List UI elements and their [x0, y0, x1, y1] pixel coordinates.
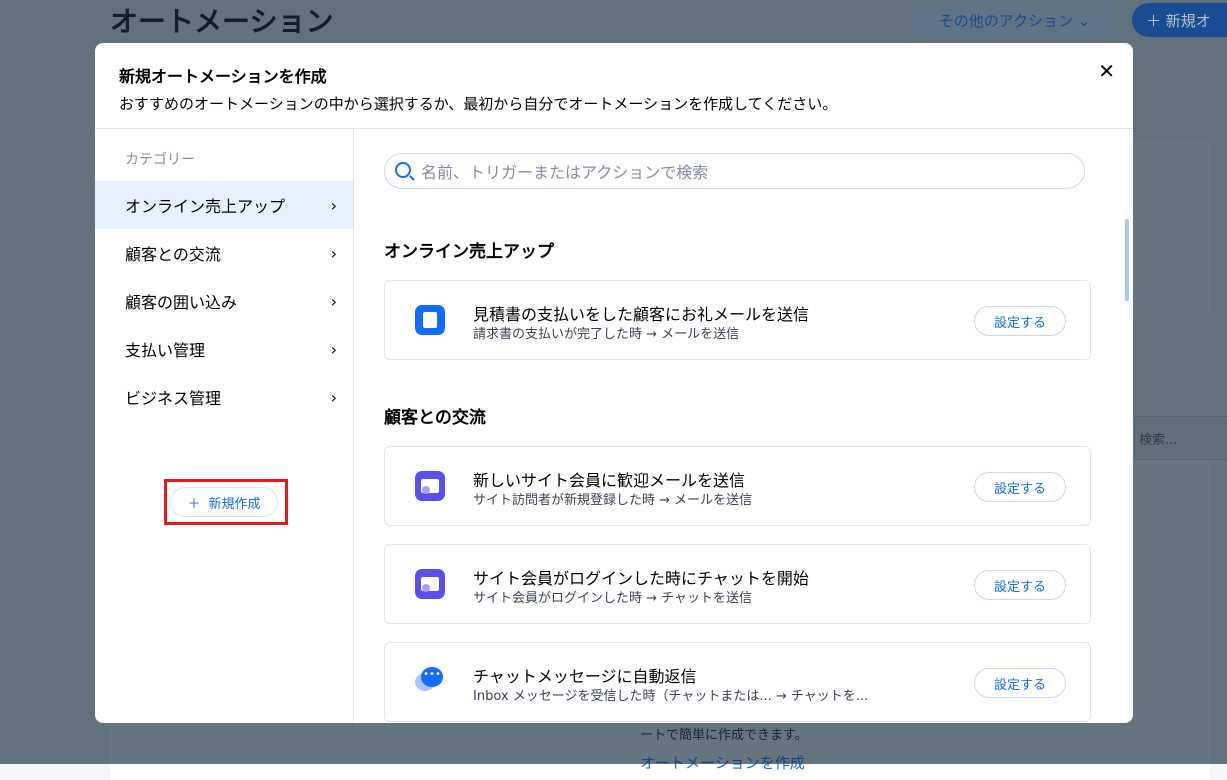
setup-button[interactable]: 設定する	[974, 306, 1066, 336]
chevron-right-icon: ›	[330, 243, 337, 263]
sidebar-item-label: オンライン売上アップ	[125, 197, 286, 216]
scrollbar[interactable]	[1125, 219, 1129, 301]
card-title: サイト会員がログインした時にチャットを開始	[473, 569, 809, 588]
chevron-right-icon: ›	[330, 387, 337, 407]
sidebar-item[interactable]: ビジネス管理 ›	[95, 373, 353, 421]
search-placeholder: 名前、トリガーまたはアクションで検索	[421, 163, 709, 182]
setup-button[interactable]: 設定する	[974, 472, 1066, 502]
card-title: チャットメッセージに自動返信	[473, 667, 697, 686]
card-subtitle: Inbox メッセージを受信した時（チャットまたは... → チャットを...	[473, 689, 869, 704]
templates-panel: 名前、トリガーまたはアクションで検索 オンライン売上アップ見積書の支払いをした顧…	[355, 129, 1133, 723]
section-title: 顧客との交流	[384, 408, 486, 428]
section-title: オンライン売上アップ	[384, 242, 554, 262]
card-title: 見積書の支払いをした顧客にお礼メールを送信	[473, 305, 810, 324]
modal-subtitle: おすすめのオートメーションの中から選択するか、最初から自分でオートメーションを作…	[119, 95, 838, 113]
background-text: ートで簡単に作成できます。	[640, 728, 808, 743]
category-sidebar: カテゴリー オンライン売上アップ › 顧客との交流 › 顧客の囲い込み › 支払い管理 › ビジ…	[95, 129, 354, 723]
sidebar-item-label: ビジネス管理	[125, 389, 222, 408]
new-automation-button[interactable]: ＋ 新規オ	[1132, 3, 1227, 37]
create-automation-modal: 新規オートメーションを作成 おすすめのオートメーションの中から選択するか、最初か…	[95, 43, 1133, 723]
chevron-right-icon: ›	[330, 195, 337, 215]
search-input[interactable]: 名前、トリガーまたはアクションで検索	[384, 153, 1085, 189]
more-actions-button[interactable]: その他のアクション ⌄	[912, 3, 1117, 37]
modal-title: 新規オートメーションを作成	[119, 67, 327, 86]
page-title: オートメーション	[110, 5, 334, 38]
sidebar-item-label: 顧客との交流	[125, 245, 221, 264]
sidebar-item-label: 顧客の囲い込み	[125, 293, 238, 312]
setup-button[interactable]: 設定する	[974, 668, 1066, 698]
modal-header: 新規オートメーションを作成 おすすめのオートメーションの中から選択するか、最初か…	[95, 43, 1133, 129]
chevron-right-icon: ›	[330, 339, 337, 359]
plus-icon: ＋	[187, 496, 201, 512]
new-create-button[interactable]: ＋ 新規作成	[170, 487, 278, 517]
chevron-right-icon: ›	[330, 291, 337, 311]
sidebar-item[interactable]: 顧客との交流 ›	[95, 229, 353, 277]
category-heading: カテゴリー	[125, 152, 195, 168]
background-search[interactable]: 検索...	[1134, 416, 1227, 460]
sidebar-item[interactable]: 顧客の囲い込み ›	[95, 277, 353, 325]
sidebar-item[interactable]: オンライン売上アップ ›	[95, 181, 353, 229]
automation-card[interactable]: ••• チャットメッセージに自動返信 Inbox メッセージを受信した時（チャットま…	[384, 642, 1091, 722]
card-subtitle: 請求書の支払いが完了した時 → メールを送信	[473, 327, 740, 342]
search-icon	[395, 162, 411, 178]
sidebar-item-label: 支払い管理	[125, 341, 206, 360]
automation-card[interactable]: 見積書の支払いをした顧客にお礼メールを送信請求書の支払いが完了した時 → メール…	[384, 280, 1091, 360]
card-subtitle: サイト会員がログインした時 → チャットを送信	[473, 591, 753, 606]
card-title: 新しいサイト会員に歓迎メールを送信	[473, 471, 746, 490]
card-subtitle: サイト訪問者が新規登録した時 → メールを送信	[473, 493, 753, 508]
setup-button[interactable]: 設定する	[974, 570, 1066, 600]
automation-card[interactable]: サイト会員がログインした時にチャットを開始サイト会員がログインした時 → チャッ…	[384, 544, 1091, 624]
close-icon[interactable]: ✕	[1098, 59, 1115, 83]
new-create-label: 新規作成	[208, 496, 261, 512]
sidebar-item[interactable]: 支払い管理 ›	[95, 325, 353, 373]
automation-card[interactable]: 新しいサイト会員に歓迎メールを送信サイト訪問者が新規登録した時 → メールを送信…	[384, 446, 1091, 526]
